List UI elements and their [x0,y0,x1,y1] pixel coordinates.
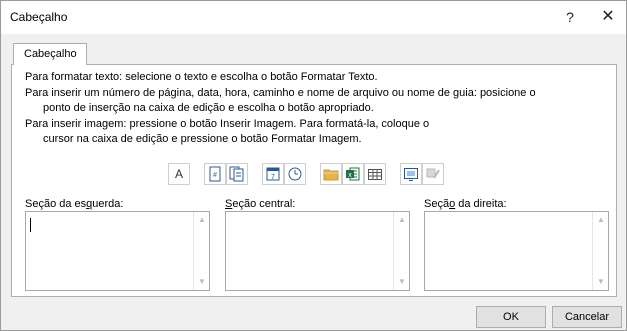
page-count-icon [229,166,244,182]
instruction-line-5: cursor na caixa de edição e pressione o … [43,133,362,145]
date-icon: 7 [266,167,280,181]
help-button[interactable]: ? [559,5,581,29]
center-section-input[interactable] [226,212,393,290]
text-cursor [30,218,31,232]
insert-file-name-button[interactable]: x [342,163,364,185]
cancel-button[interactable]: Cancelar [552,306,622,328]
scroll-up-icon[interactable]: ▲ [394,212,410,228]
scroll-down-icon[interactable]: ▼ [194,274,210,290]
left-section-box: ▲ ▼ [25,211,210,291]
tab-cabecalho[interactable]: Cabeçalho [13,43,87,65]
file-path-icon [323,169,339,181]
insert-date-button[interactable]: 7 [262,163,284,185]
instruction-line-4: Para inserir imagem: pressione o botão I… [25,118,430,130]
left-section-label: Seção da esquerda: [25,198,124,210]
tab-panel: Para formatar texto: selecione o texto e… [11,64,617,297]
insert-time-button[interactable] [284,163,306,185]
scroll-down-icon[interactable]: ▼ [593,274,609,290]
ok-button[interactable]: OK [476,306,546,328]
close-button[interactable]: ✕ [596,5,620,29]
scroll-up-icon[interactable]: ▲ [194,212,210,228]
center-section-label: Seção central: [225,198,296,210]
insert-file-path-button[interactable] [320,163,342,185]
header-dialog: Cabeçalho ? ✕ Cabeçalho Para formatar te… [0,0,627,331]
left-section-input[interactable] [26,212,193,290]
scroll-down-icon[interactable]: ▼ [394,274,410,290]
right-section-input[interactable] [425,212,592,290]
insert-picture-button[interactable] [400,163,422,185]
header-toolbar: A # 7 x [12,163,616,185]
right-section-scrollbar[interactable]: ▲ ▼ [592,212,608,290]
sheet-name-icon [368,169,382,180]
scroll-up-icon[interactable]: ▲ [593,212,609,228]
format-picture-button[interactable] [422,163,444,185]
svg-text:x: x [348,172,352,179]
insert-picture-icon [404,168,418,181]
dialog-title: Cabeçalho [10,10,68,24]
page-number-icon: # [209,166,221,182]
center-section-box: ▲ ▼ [225,211,410,291]
insert-page-count-button[interactable] [226,163,248,185]
format-picture-icon [426,168,440,179]
file-name-icon: x [346,167,360,181]
right-section-box: ▲ ▼ [424,211,609,291]
svg-text:7: 7 [271,174,275,181]
insert-sheet-name-button[interactable] [364,163,386,185]
title-bar: Cabeçalho ? ✕ [1,1,626,34]
svg-text:#: # [213,172,217,179]
instruction-line-3: ponto de inserção na caixa de edição e e… [43,102,374,114]
center-section-scrollbar[interactable]: ▲ ▼ [393,212,409,290]
instruction-line-2: Para inserir um número de página, data, … [25,87,536,99]
format-text-icon: A [174,167,183,181]
left-section-scrollbar[interactable]: ▲ ▼ [193,212,209,290]
time-icon [288,167,302,181]
right-section-label: Seção da direita: [424,198,507,210]
format-text-button[interactable]: A [168,163,190,185]
instruction-line-1: Para formatar texto: selecione o texto e… [25,71,378,83]
insert-page-number-button[interactable]: # [204,163,226,185]
